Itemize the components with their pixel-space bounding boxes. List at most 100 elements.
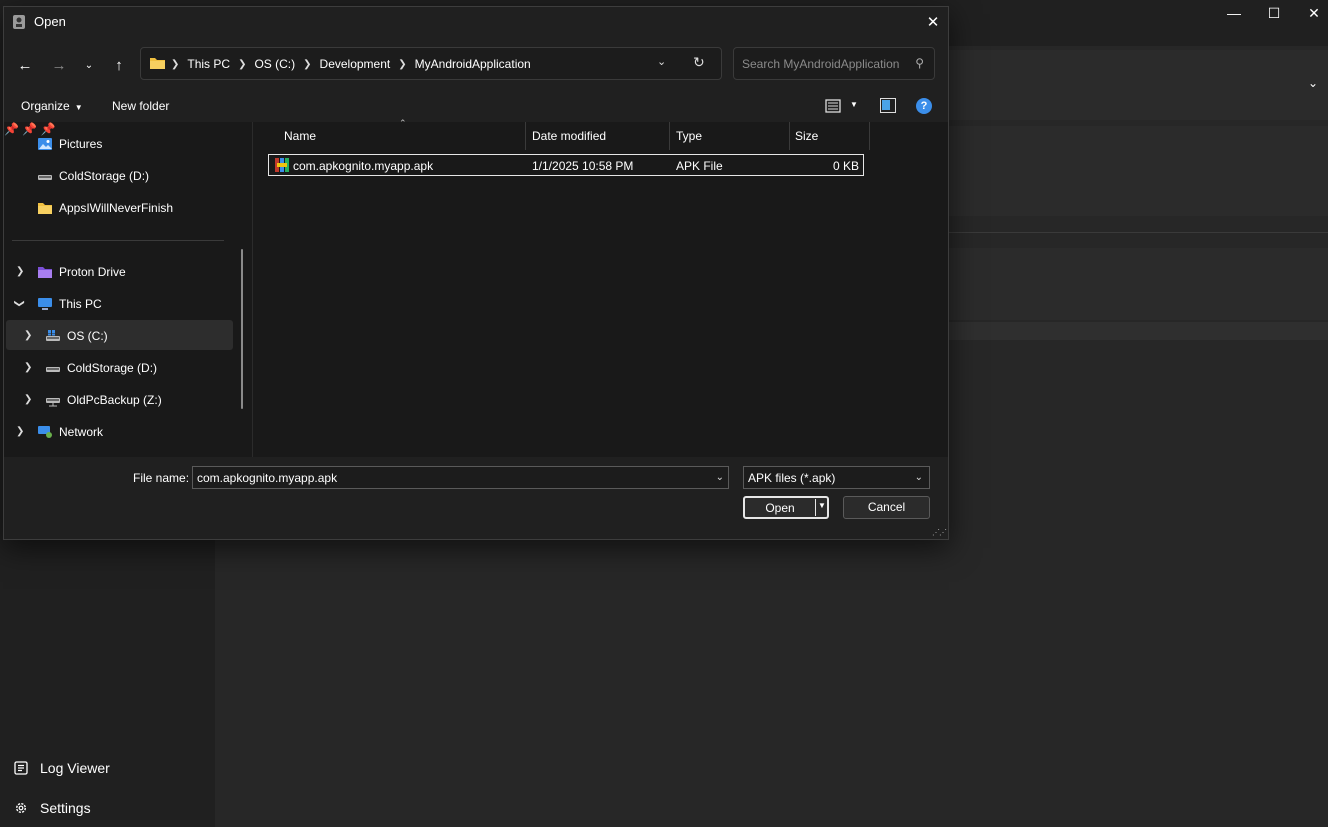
open-file-dialog: Open ✕ ← → ⌄ ↑ ❯ This PC ❯ OS (C:) ❯ Dev… <box>3 6 949 540</box>
file-type-cell: APK File <box>676 159 723 173</box>
drive-icon <box>38 175 52 180</box>
collapse-chevron-icon[interactable]: ❯ <box>14 299 25 307</box>
file-size-cell: 0 KB <box>832 159 859 173</box>
file-name-input[interactable]: com.apkognito.myapp.apk ⌄ <box>192 466 729 489</box>
network-drive-icon <box>46 398 60 407</box>
nav-item-label: Pictures <box>59 137 103 151</box>
new-folder-button[interactable]: New folder <box>112 99 169 113</box>
nav-item-label: Network <box>59 425 104 439</box>
chevron-right-icon: ❯ <box>171 58 180 70</box>
folder-icon <box>150 58 165 69</box>
organize-button[interactable]: Organize ▼ <box>21 99 83 113</box>
column-separator[interactable] <box>525 122 526 150</box>
breadcrumb-development[interactable]: Development <box>320 57 391 71</box>
chevron-down-icon[interactable]: ⌄ <box>716 472 724 483</box>
column-header-type[interactable]: Type <box>676 122 702 150</box>
column-header-size[interactable]: Size <box>795 122 818 150</box>
this-pc-icon <box>38 298 52 310</box>
dialog-close-button[interactable]: ✕ <box>918 7 948 37</box>
nav-item-appsiwillneverfinish[interactable]: AppsIWillNeverFinish <box>37 195 173 221</box>
open-button-label: Open <box>765 501 795 515</box>
nav-item-label: AppsIWillNeverFinish <box>59 201 174 215</box>
resize-grip-icon[interactable]: ⋰⋰ <box>932 528 947 537</box>
nav-scrollbar[interactable] <box>241 249 243 409</box>
nav-item-log-viewer[interactable]: Log Viewer <box>14 760 110 776</box>
column-header-label: Type <box>676 129 703 143</box>
log-viewer-icon <box>14 761 28 775</box>
nav-divider <box>12 240 224 241</box>
nav-item-os-c[interactable]: OS (C:) <box>45 323 108 349</box>
chevron-right-icon: ❯ <box>238 58 247 70</box>
up-button[interactable]: ↑ <box>106 53 132 77</box>
sort-ascending-icon: ⌃ <box>399 118 407 128</box>
file-row[interactable]: com.apkognito.myapp.apk 1/1/2025 10:58 P… <box>268 154 864 176</box>
folder-icon <box>38 203 52 214</box>
app-panel-header <box>947 50 1328 120</box>
expand-chevron-icon[interactable]: ❯ <box>24 362 32 373</box>
file-list-pane: ⌃ Name Date modified Type Size com.apkog… <box>253 118 948 457</box>
nav-item-label: This PC <box>59 297 102 311</box>
recent-locations-button[interactable]: ⌄ <box>76 53 102 77</box>
column-separator[interactable] <box>789 122 790 150</box>
search-placeholder: Search MyAndroidApplication <box>742 57 900 71</box>
pin-icon[interactable]: 📌 <box>4 122 19 136</box>
nav-item-network[interactable]: Network <box>37 419 103 445</box>
cancel-button[interactable]: Cancel <box>843 496 930 519</box>
nav-item-coldstorage-d[interactable]: ColdStorage (D:) <box>45 355 157 381</box>
nav-item-pictures[interactable]: Pictures <box>37 131 102 157</box>
nav-item-label: ColdStorage (D:) <box>67 361 158 375</box>
file-type-select[interactable]: APK files (*.apk) ⌄ <box>743 466 930 489</box>
preview-pane-icon[interactable] <box>880 98 896 113</box>
close-icon: ✕ <box>1308 4 1320 21</box>
pictures-icon <box>38 138 52 150</box>
minimize-icon: — <box>1227 5 1241 21</box>
nav-item-this-pc[interactable]: This PC <box>37 291 102 317</box>
back-button[interactable]: ← <box>12 53 38 77</box>
chevron-down-icon[interactable]: ⌄ <box>1308 76 1318 90</box>
help-icon[interactable]: ? <box>916 98 932 114</box>
new-folder-label: New folder <box>112 99 170 113</box>
breadcrumb-this-pc[interactable]: This PC <box>187 57 230 71</box>
gear-icon <box>15 802 27 814</box>
pin-icon[interactable]: 📌 <box>22 122 37 136</box>
organize-label: Organize <box>21 99 70 113</box>
file-date-cell: 1/1/2025 10:58 PM <box>532 159 634 173</box>
nav-item-label: OldPcBackup (Z:) <box>67 393 162 407</box>
chevron-right-icon: ❯ <box>303 58 312 70</box>
app-panel-section <box>947 126 1328 216</box>
column-header-name[interactable]: Name <box>284 122 316 150</box>
open-options-icon[interactable]: ▼ <box>818 501 826 510</box>
expand-chevron-icon[interactable]: ❯ <box>16 426 24 437</box>
dialog-titlebar: Open ✕ <box>4 7 948 37</box>
address-bar[interactable]: ❯ This PC ❯ OS (C:) ❯ Development ❯ MyAn… <box>140 47 722 80</box>
apk-archive-icon <box>275 158 289 172</box>
caret-down-icon[interactable]: ▼ <box>850 100 858 109</box>
breadcrumb-os-c[interactable]: OS (C:) <box>254 57 295 71</box>
nav-item-coldstorage[interactable]: ColdStorage (D:) <box>37 163 149 189</box>
arrow-left-icon: ← <box>17 56 33 74</box>
app-panel-section <box>947 248 1328 320</box>
expand-chevron-icon[interactable]: ❯ <box>16 266 24 277</box>
refresh-icon[interactable]: ↻ <box>693 54 705 71</box>
os-drive-icon <box>46 330 60 341</box>
command-bar: Organize ▼ New folder ▼ ? <box>4 92 948 122</box>
address-dropdown-icon[interactable]: ⌄ <box>657 55 666 68</box>
column-header-date-modified[interactable]: Date modified <box>532 122 606 150</box>
caret-down-icon: ▼ <box>74 103 83 112</box>
column-separator[interactable] <box>869 122 870 150</box>
expand-chevron-icon[interactable]: ❯ <box>24 394 32 405</box>
nav-item-oldpcbackup[interactable]: OldPcBackup (Z:) <box>45 387 162 413</box>
expand-chevron-icon[interactable]: ❯ <box>24 330 32 341</box>
column-separator[interactable] <box>669 122 670 150</box>
file-name-value: com.apkognito.myapp.apk <box>197 471 338 485</box>
view-options-icon[interactable] <box>824 98 844 114</box>
nav-item-settings[interactable]: Settings <box>14 800 91 816</box>
breadcrumb-myandroidapplication[interactable]: MyAndroidApplication <box>415 57 531 71</box>
chevron-down-icon: ⌄ <box>914 472 923 483</box>
open-button[interactable]: Open ▼ <box>743 496 829 519</box>
nav-item-proton-drive[interactable]: Proton Drive <box>37 259 126 285</box>
forward-button[interactable]: → <box>46 53 72 77</box>
arrow-right-icon: → <box>51 56 67 74</box>
search-box[interactable]: Search MyAndroidApplication ⚲ <box>733 47 935 80</box>
app-close-button[interactable]: ✕ <box>1291 0 1328 26</box>
